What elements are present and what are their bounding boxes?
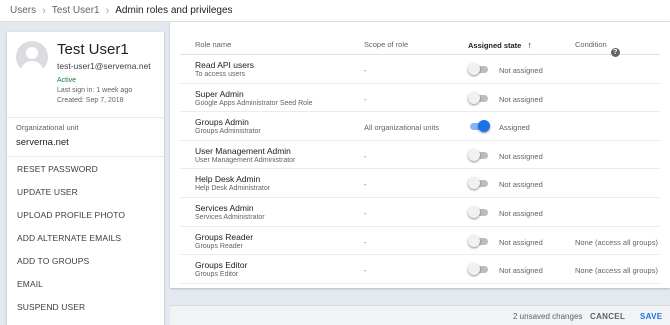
role-description: User Management Administrator: [195, 156, 296, 164]
assigned-state: Not assigned: [499, 209, 543, 218]
org-unit-label: Organizational unit: [16, 123, 79, 132]
assigned-state: Not assigned: [499, 180, 543, 190]
role-scope: All organizational units: [364, 123, 440, 133]
role-name: Groups Editor: [195, 260, 248, 271]
chevron-right-icon: ›: [42, 4, 46, 17]
toggle-knob: [468, 63, 480, 75]
column-header-condition-label: Condition: [575, 40, 607, 49]
toggle-knob: [478, 120, 490, 133]
user-actions: RESET PASSWORD UPDATE USER UPLOAD PROFIL…: [7, 156, 164, 318]
unsaved-changes-count: 2 unsaved changes: [513, 312, 583, 321]
assigned-toggle[interactable]: [468, 63, 490, 75]
role-description: Groups Administrator: [195, 128, 261, 136]
column-header-state-label: Assigned state: [468, 41, 522, 50]
org-unit-value: serverna.net: [16, 137, 69, 148]
toggle-knob: [468, 206, 480, 218]
role-scope: -: [364, 237, 367, 247]
assigned-toggle[interactable]: [468, 148, 490, 161]
card-title-clipped: [180, 22, 260, 26]
upload-profile-photo-button[interactable]: UPLOAD PROFILE PHOTO: [7, 203, 164, 226]
toggle-knob: [468, 91, 480, 104]
role-condition: None (access all groups): [575, 266, 658, 276]
role-name: Read API users: [195, 60, 255, 70]
add-alternate-emails-button[interactable]: ADD ALTERNATE EMAILS: [7, 226, 164, 249]
last-sign-in: Last sign in: 1 week ago: [57, 87, 133, 94]
arrow-up-icon[interactable]: ↑: [527, 40, 532, 50]
table-row: Help Desk Admin Help Desk Administrator - N…: [180, 169, 660, 198]
assigned-toggle[interactable]: [468, 177, 490, 190]
assigned-state: Not assigned: [499, 151, 543, 161]
assigned-toggle[interactable]: [468, 91, 490, 104]
role-description: Google Apps Administrator Seed Role: [195, 99, 313, 107]
table-row: Groups Reader Groups Reader - Not assigned N…: [180, 227, 660, 256]
role-description: To access users: [195, 71, 246, 78]
breadcrumb-current: Admin roles and privileges: [115, 5, 233, 16]
reset-password-button[interactable]: RESET PASSWORD: [7, 157, 164, 180]
role-scope: -: [364, 66, 367, 75]
role-name: Super Admin: [195, 88, 244, 99]
table-row: Groups Editor Groups Editor - Not assigned N…: [180, 255, 660, 284]
role-scope: -: [364, 209, 367, 218]
assigned-toggle[interactable]: [468, 120, 490, 133]
avatar[interactable]: [16, 41, 48, 73]
user-panel: Test User1 test-user1@serverna.net Activ…: [7, 32, 164, 325]
role-description: Help Desk Administrator: [195, 185, 271, 193]
suspend-user-button[interactable]: SUSPEND USER: [7, 295, 164, 318]
chevron-right-icon: ›: [105, 4, 110, 17]
assigned-toggle[interactable]: [468, 234, 490, 247]
assigned-toggle[interactable]: [468, 206, 490, 218]
created-date: Created: Sep 7, 2018: [57, 97, 124, 104]
breadcrumb-users[interactable]: Users: [10, 5, 36, 16]
table-header: Role name Scope of role Assigned state ↑ …: [180, 32, 660, 57]
table-row: Services Admin Services Administrator - Not…: [180, 198, 660, 227]
table-row: Groups Admin Groups Administrator All orga…: [180, 112, 660, 141]
role-condition: None (access all groups): [575, 237, 658, 247]
column-header-role: Role name: [195, 40, 232, 49]
toggle-knob: [468, 263, 480, 276]
column-header-condition: Condition?: [575, 40, 620, 57]
toggle-knob: [468, 148, 480, 161]
add-to-groups-button[interactable]: ADD TO GROUPS: [7, 249, 164, 272]
role-description: Groups Editor: [195, 271, 239, 279]
email-button[interactable]: EMAIL: [7, 272, 164, 295]
user-email: test-user1@serverna.net: [57, 61, 151, 71]
assigned-state: Not assigned: [499, 266, 543, 276]
breadcrumb-user[interactable]: Test User1: [52, 5, 100, 16]
save-button[interactable]: SAVE: [640, 312, 662, 321]
table-row: Super Admin Google Apps Administrator See…: [180, 84, 660, 113]
admin-roles-card: Role name Scope of role Assigned state ↑ …: [170, 22, 670, 288]
role-description: Groups Reader: [195, 242, 243, 250]
column-header-scope: Scope of role: [364, 40, 409, 49]
cancel-button[interactable]: CANCEL: [590, 312, 625, 321]
assigned-state: Not assigned: [499, 237, 543, 247]
avatar-head-shape: [26, 47, 38, 59]
assigned-state: Not assigned: [499, 94, 543, 104]
role-scope: -: [364, 180, 367, 190]
user-header: Test User1 test-user1@serverna.net Activ…: [7, 32, 164, 118]
role-name: Groups Reader: [195, 231, 254, 242]
avatar-body-shape: [20, 61, 44, 73]
role-name: Help Desk Admin: [195, 174, 261, 185]
user-status: Active: [57, 77, 77, 84]
assigned-toggle[interactable]: [468, 263, 490, 276]
toggle-knob: [468, 234, 480, 247]
role-scope: -: [364, 266, 367, 276]
toggle-knob: [468, 177, 480, 190]
column-header-state[interactable]: Assigned state ↑: [468, 40, 532, 50]
assigned-state: Assigned: [499, 123, 530, 133]
role-scope: -: [364, 94, 367, 104]
table-row: Read API users To access users - Not assign…: [180, 55, 660, 84]
role-name: Groups Admin: [195, 117, 249, 128]
table-row: User Management Admin User Management Adm…: [180, 141, 660, 170]
role-scope: -: [364, 151, 367, 161]
user-name: Test User1: [57, 41, 129, 58]
breadcrumb: Users › Test User1 › Admin roles and pri…: [0, 0, 670, 22]
save-bar: 2 unsaved changes CANCEL SAVE: [170, 305, 670, 325]
role-description: Services Administrator: [195, 214, 265, 221]
role-name: User Management Admin: [195, 145, 291, 156]
assigned-state: Not assigned: [499, 66, 543, 75]
role-name: Services Admin: [195, 203, 254, 213]
update-user-button[interactable]: UPDATE USER: [7, 180, 164, 203]
